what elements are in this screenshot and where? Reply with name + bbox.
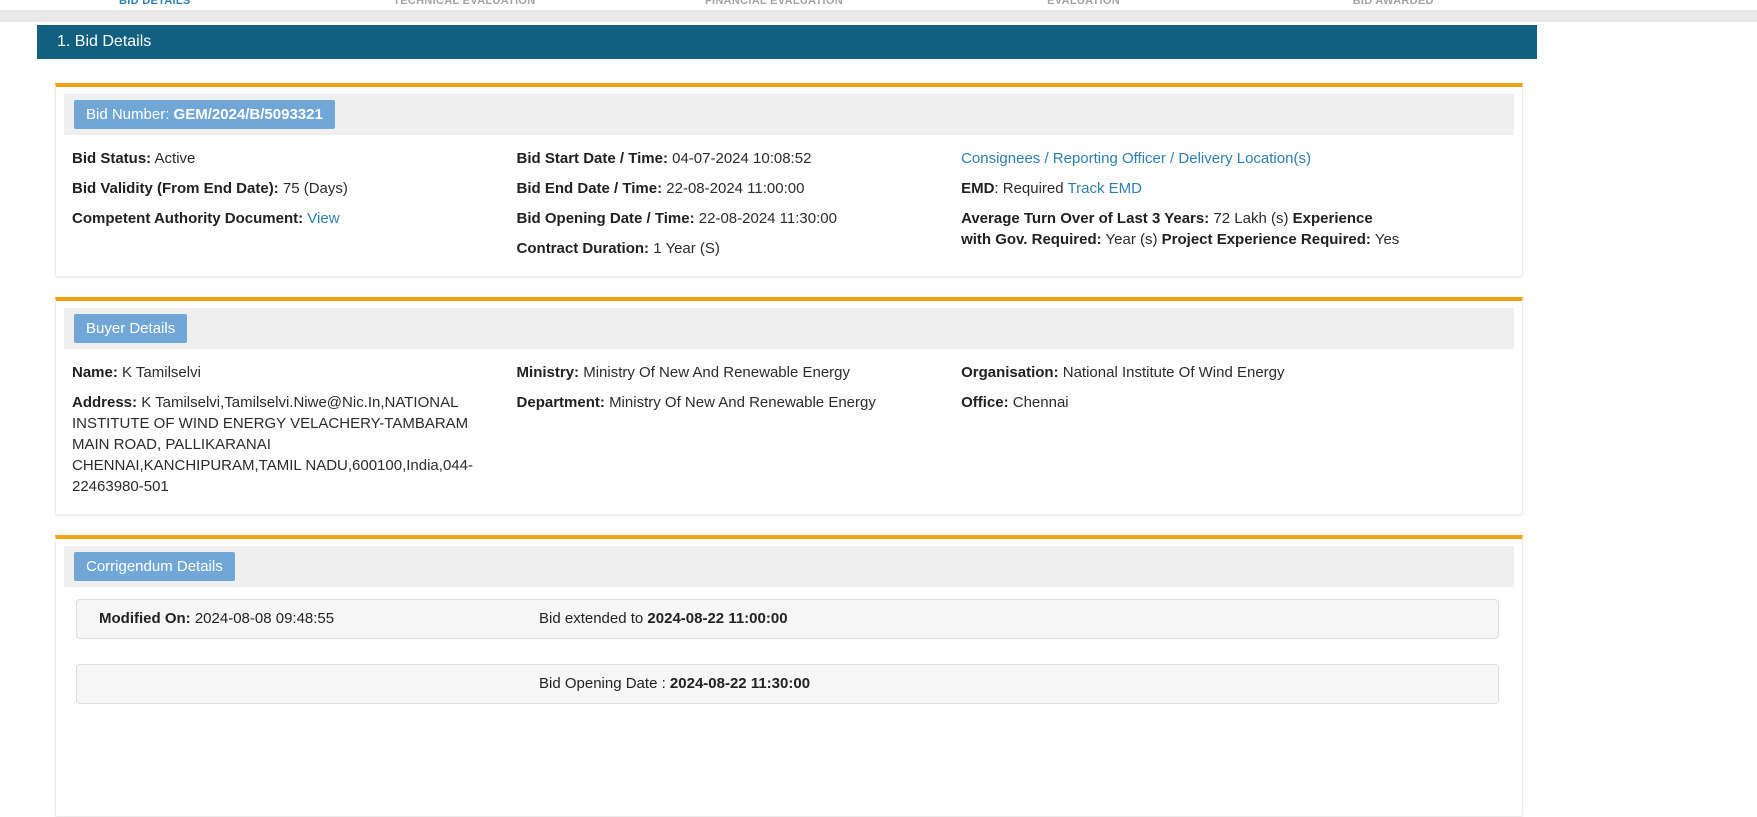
bid-status-label: Bid Status: <box>72 150 151 167</box>
buyer-details-card-header: Buyer Details <box>64 308 1514 349</box>
bid-validity-label: Bid Validity (From End Date): <box>72 180 279 197</box>
emd-label: EMD <box>961 180 994 197</box>
bid-status-field: Bid Status: Active <box>72 148 477 169</box>
buyer-office-value: Chennai <box>1013 394 1069 411</box>
buyer-details-card: Buyer Details Name: K Tamilselvi Address… <box>55 297 1523 515</box>
bid-number-label: Bid Number: <box>86 106 174 123</box>
page-title: 1. Bid Details <box>37 25 1537 59</box>
bid-opening-value: 22-08-2024 11:30:00 <box>699 210 837 227</box>
buyer-col-1: Name: K Tamilselvi Address: K Tamilselvi… <box>72 362 517 506</box>
corrigendum-row: Modified On: 2024-08-08 09:48:55 Bid ext… <box>76 599 1499 639</box>
bid-opening-label: Bid Opening Date / Time: <box>517 210 695 227</box>
buyer-address-label: Address: <box>72 394 137 411</box>
bid-extended-date: 2024-08-22 11:00:00 <box>647 610 787 627</box>
bid-number-chip: Bid Number: GEM/2024/B/5093321 <box>74 100 335 129</box>
buyer-col-3: Organisation: National Institute Of Wind… <box>961 362 1506 506</box>
buyer-name-value: K Tamilselvi <box>122 364 201 381</box>
project-experience-value: Yes <box>1375 231 1399 248</box>
tab-technical-evaluation[interactable]: TECHNICAL EVALUATION <box>310 0 620 9</box>
bid-opening-field: Bid Opening Date / Time: 22-08-2024 11:3… <box>517 208 922 229</box>
buyer-ministry-label: Ministry: <box>517 364 580 381</box>
emd-value: : Required <box>994 180 1063 197</box>
bid-end-value: 22-08-2024 11:00:00 <box>666 180 804 197</box>
bid-start-value: 04-07-2024 10:08:52 <box>672 150 811 167</box>
bid-number-value: GEM/2024/B/5093321 <box>174 106 323 123</box>
bid-opening-text: Bid Opening Date : <box>539 675 670 692</box>
turnover-experience-field: Average Turn Over of Last 3 Years: 72 La… <box>961 208 1401 250</box>
project-experience-label: Project Experience Required: <box>1162 231 1371 248</box>
buyer-organisation-label: Organisation: <box>961 364 1059 381</box>
tab-bid-awarded[interactable]: BID AWARDED <box>1238 0 1548 9</box>
buyer-department-label: Department: <box>517 394 605 411</box>
buyer-department-value: Ministry Of New And Renewable Energy <box>609 394 876 411</box>
buyer-organisation-field: Organisation: National Institute Of Wind… <box>961 362 1466 383</box>
emd-field: EMD: Required Track EMD <box>961 178 1401 199</box>
bid-opening-date: 2024-08-22 11:30:00 <box>670 675 810 692</box>
tab-evaluation[interactable]: EVALUATION <box>929 0 1239 9</box>
bid-extended-text: Bid extended to <box>539 610 647 627</box>
buyer-office-field: Office: Chennai <box>961 392 1466 413</box>
buyer-details-chip: Buyer Details <box>74 314 187 343</box>
evaluation-tabs: BID DETAILS TECHNICAL EVALUATION FINANCI… <box>0 0 1548 9</box>
competent-authority-field: Competent Authority Document: View <box>72 208 477 229</box>
tabbar-divider <box>0 10 1757 22</box>
buyer-department-field: Department: Ministry Of New And Renewabl… <box>517 392 922 413</box>
bid-start-label: Bid Start Date / Time: <box>517 150 668 167</box>
corrigendum-details-card: Corrigendum Details Modified On: 2024-08… <box>55 535 1523 817</box>
avg-turnover-label: Average Turn Over of Last 3 Years: <box>961 210 1209 227</box>
buyer-name-field: Name: K Tamilselvi <box>72 362 477 383</box>
modified-on-value: 2024-08-08 09:48:55 <box>195 610 334 627</box>
contract-duration-field: Contract Duration: 1 Year (S) <box>517 238 922 259</box>
bid-validity-value: 75 (Days) <box>283 180 348 197</box>
tab-financial-evaluation[interactable]: FINANCIAL EVALUATION <box>619 0 929 9</box>
bid-details-card-header: Bid Number: GEM/2024/B/5093321 <box>64 94 1514 135</box>
competent-authority-view-link[interactable]: View <box>307 210 339 227</box>
bid-validity-field: Bid Validity (From End Date): 75 (Days) <box>72 178 477 199</box>
corrigendum-details-chip: Corrigendum Details <box>74 552 235 581</box>
buyer-address-field: Address: K Tamilselvi,Tamilselvi.Niwe@Ni… <box>72 392 477 497</box>
bid-start-field: Bid Start Date / Time: 04-07-2024 10:08:… <box>517 148 922 169</box>
corrigendum-card-header: Corrigendum Details <box>64 546 1514 587</box>
gov-experience-value: Year (s) <box>1106 231 1158 248</box>
consignees-field: Consignees / Reporting Officer / Deliver… <box>961 148 1401 169</box>
buyer-office-label: Office: <box>961 394 1009 411</box>
bid-details-col-1: Bid Status: Active Bid Validity (From En… <box>72 148 517 268</box>
tab-bid-details[interactable]: BID DETAILS <box>0 0 310 9</box>
corrigendum-detail: Bid extended to 2024-08-22 11:00:00 <box>539 610 1488 628</box>
buyer-ministry-value: Ministry Of New And Renewable Energy <box>583 364 850 381</box>
corrigendum-modified-on <box>99 675 539 693</box>
buyer-name-label: Name: <box>72 364 118 381</box>
bid-status-value: Active <box>155 150 196 167</box>
bid-details-col-3: Consignees / Reporting Officer / Deliver… <box>961 148 1506 268</box>
competent-authority-label: Competent Authority Document: <box>72 210 303 227</box>
modified-on-label: Modified On: <box>99 610 191 627</box>
bid-details-card: Bid Number: GEM/2024/B/5093321 Bid Statu… <box>55 83 1523 277</box>
corrigendum-modified-on: Modified On: 2024-08-08 09:48:55 <box>99 610 539 628</box>
bid-end-field: Bid End Date / Time: 22-08-2024 11:00:00 <box>517 178 922 199</box>
buyer-col-2: Ministry: Ministry Of New And Renewable … <box>517 362 962 506</box>
bid-details-col-2: Bid Start Date / Time: 04-07-2024 10:08:… <box>517 148 962 268</box>
corrigendum-row: Bid Opening Date : 2024-08-22 11:30:00 <box>76 664 1499 704</box>
contract-duration-label: Contract Duration: <box>517 240 650 257</box>
buyer-organisation-value: National Institute Of Wind Energy <box>1063 364 1285 381</box>
contract-duration-value: 1 Year (S) <box>653 240 720 257</box>
corrigendum-detail: Bid Opening Date : 2024-08-22 11:30:00 <box>539 675 1488 693</box>
bid-end-label: Bid End Date / Time: <box>517 180 663 197</box>
avg-turnover-value: 72 Lakh (s) <box>1213 210 1288 227</box>
track-emd-link[interactable]: Track EMD <box>1068 180 1142 197</box>
consignees-link[interactable]: Consignees / Reporting Officer / Deliver… <box>961 150 1311 167</box>
buyer-ministry-field: Ministry: Ministry Of New And Renewable … <box>517 362 922 383</box>
